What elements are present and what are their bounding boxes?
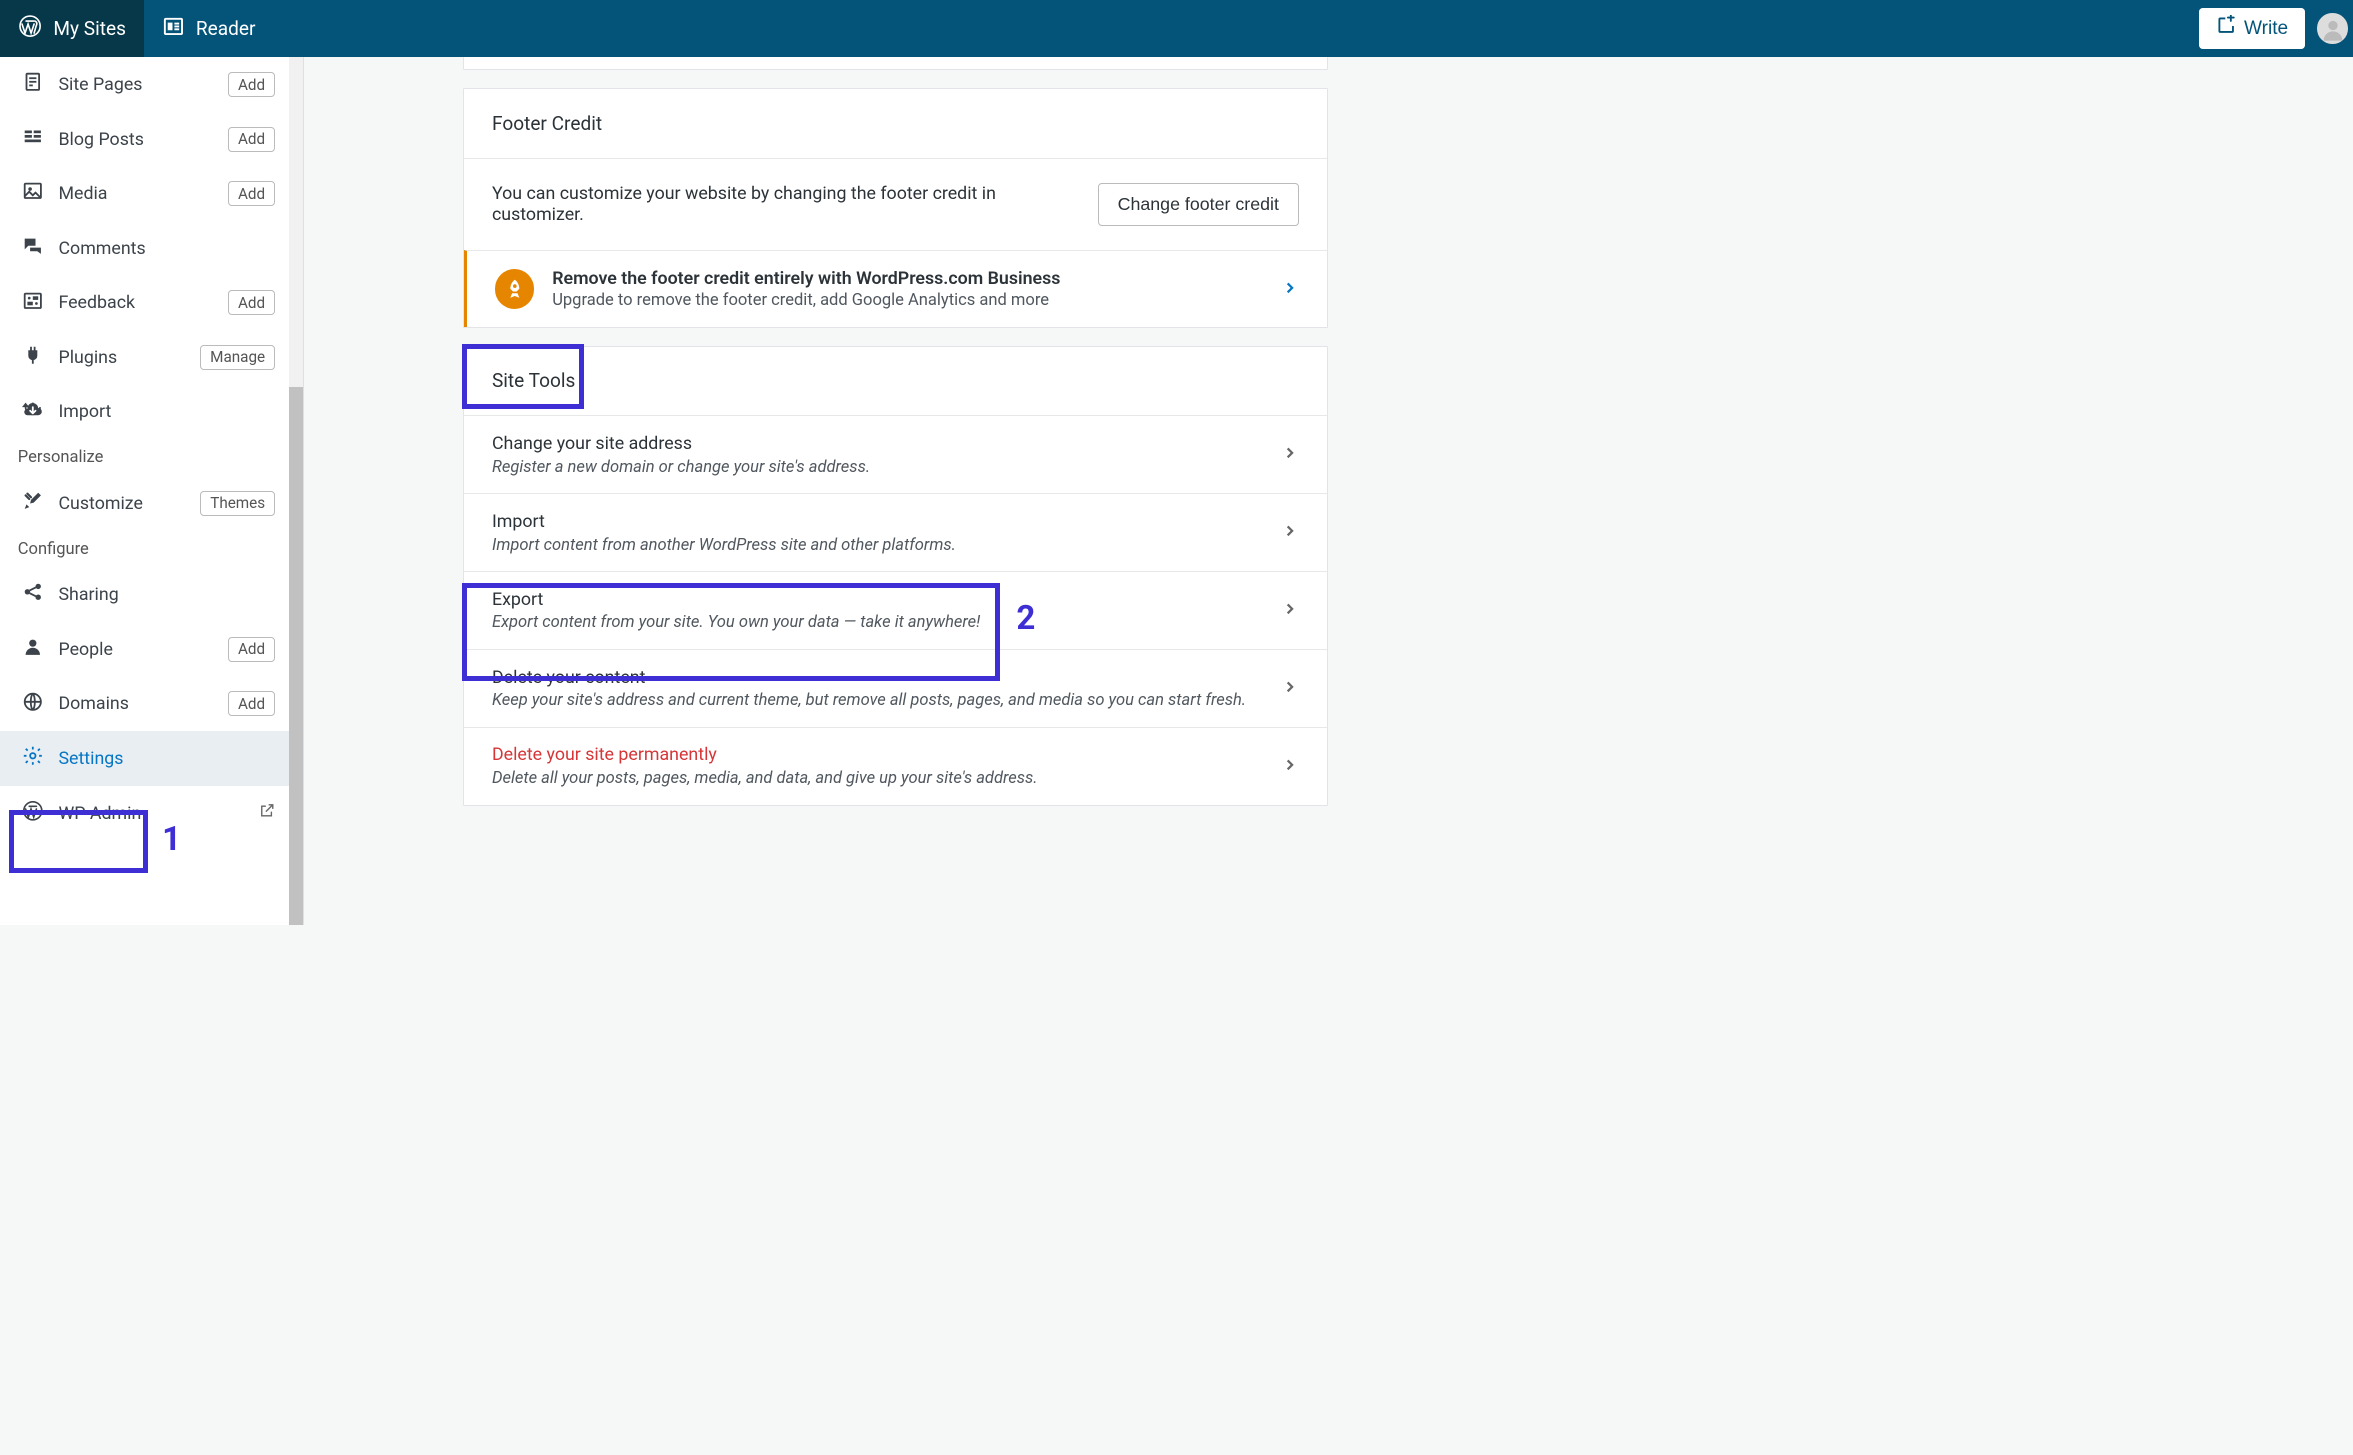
main-content: Footer Credit You can customize your web…: [304, 57, 1497, 925]
write-icon: [2216, 15, 2236, 41]
tool-subtitle: Import content from another WordPress si…: [492, 536, 1262, 555]
reader-label: Reader: [196, 17, 256, 40]
customize-icon: [22, 490, 44, 517]
sidebar-item-label: Media: [58, 183, 212, 204]
sidebar-item-label: Domains: [58, 693, 212, 714]
tool-title: Change your site address: [492, 433, 1262, 454]
media-icon: [22, 180, 44, 207]
tool-delete-content[interactable]: Delete your content Keep your site's add…: [464, 649, 1327, 727]
sidebar-item-label: Customize: [58, 493, 185, 514]
rocket-icon: [495, 269, 534, 308]
site-tools-card: Site Tools Change your site address Regi…: [463, 346, 1328, 806]
reader-button[interactable]: Reader: [144, 0, 274, 57]
add-button[interactable]: Add: [228, 691, 275, 716]
chevron-right-icon: [1281, 600, 1299, 621]
chevron-right-icon: [1281, 522, 1299, 543]
add-button[interactable]: Add: [228, 637, 275, 662]
sidebar-scrollbar-track[interactable]: [289, 57, 303, 925]
tool-delete-site[interactable]: Delete your site permanently Delete all …: [464, 727, 1327, 805]
sidebar-item-label: Site Pages: [58, 74, 212, 95]
tool-title: Export: [492, 589, 1262, 610]
sidebar-item-comments[interactable]: Comments: [0, 221, 303, 276]
sidebar-item-domains[interactable]: Domains Add: [0, 677, 303, 732]
sidebar-item-label: Plugins: [58, 347, 185, 368]
wordpress-icon: [22, 800, 44, 827]
wordpress-icon: [18, 14, 42, 43]
comments-icon: [22, 235, 44, 262]
import-icon: [22, 399, 44, 426]
sidebar-item-site-pages[interactable]: Site Pages Add: [0, 57, 303, 112]
my-sites-button[interactable]: My Sites: [0, 0, 144, 57]
sidebar: Site Pages Add Blog Posts Add Media Add: [0, 57, 304, 925]
chevron-right-icon: [1281, 756, 1299, 777]
posts-icon: [22, 126, 44, 153]
manage-button[interactable]: Manage: [200, 345, 275, 370]
tool-subtitle: Delete all your posts, pages, media, and…: [492, 769, 1262, 788]
tool-subtitle: Keep your site's address and current the…: [492, 691, 1262, 710]
tool-title: Import: [492, 511, 1262, 532]
change-footer-credit-button[interactable]: Change footer credit: [1098, 183, 1299, 226]
sidebar-item-feedback[interactable]: Feedback Add: [0, 276, 303, 331]
sidebar-section-personalize: Personalize: [0, 439, 303, 476]
tool-export[interactable]: Export Export content from your site. Yo…: [464, 571, 1327, 649]
sidebar-item-label: Sharing: [58, 584, 287, 605]
site-tools-title: Site Tools: [464, 347, 1327, 417]
sidebar-item-label: Blog Posts: [58, 129, 212, 150]
my-sites-label: My Sites: [53, 17, 126, 40]
topbar: My Sites Reader Write: [0, 0, 2353, 57]
chevron-right-icon: [1281, 279, 1299, 300]
pages-icon: [22, 71, 44, 98]
footer-credit-card: Footer Credit You can customize your web…: [463, 88, 1328, 328]
chevron-right-icon: [1281, 444, 1299, 465]
write-label: Write: [2244, 18, 2288, 40]
sidebar-scrollbar-thumb[interactable]: [289, 387, 303, 925]
sidebar-item-media[interactable]: Media Add: [0, 166, 303, 221]
reader-icon: [162, 15, 185, 43]
feedback-icon: [22, 290, 44, 317]
sidebar-item-import[interactable]: Import: [0, 385, 303, 440]
avatar[interactable]: [2317, 13, 2348, 44]
plugins-icon: [22, 344, 44, 371]
annotation-number-2: 2: [1016, 599, 1035, 638]
sidebar-item-blog-posts[interactable]: Blog Posts Add: [0, 112, 303, 167]
people-icon: [22, 636, 44, 663]
upsell-subtitle: Upgrade to remove the footer credit, add…: [552, 291, 1263, 310]
add-button[interactable]: Add: [228, 290, 275, 315]
sidebar-item-label: Import: [58, 401, 287, 422]
tool-subtitle: Export content from your site. You own y…: [492, 613, 1262, 632]
tool-title: Delete your content: [492, 667, 1262, 688]
sidebar-item-label: Comments: [58, 238, 287, 259]
sidebar-item-wpadmin[interactable]: WP Admin: [0, 786, 303, 841]
footer-credit-body: You can customize your website by changi…: [492, 183, 1079, 225]
tool-import[interactable]: Import Import content from another WordP…: [464, 493, 1327, 571]
external-link-icon: [259, 802, 276, 824]
sidebar-item-settings[interactable]: Settings: [0, 731, 303, 786]
sidebar-item-customize[interactable]: Customize Themes: [0, 476, 303, 531]
upsell-row[interactable]: Remove the footer credit entirely with W…: [464, 250, 1327, 327]
add-button[interactable]: Add: [228, 181, 275, 206]
sidebar-item-label: Feedback: [58, 292, 212, 313]
gear-icon: [22, 745, 44, 772]
add-button[interactable]: Add: [228, 127, 275, 152]
upsell-title: Remove the footer credit entirely with W…: [552, 268, 1263, 289]
tool-subtitle: Register a new domain or change your sit…: [492, 458, 1262, 477]
sidebar-item-people[interactable]: People Add: [0, 622, 303, 677]
tool-change-address[interactable]: Change your site address Register a new …: [464, 416, 1327, 493]
add-button[interactable]: Add: [228, 72, 275, 97]
domains-icon: [22, 691, 44, 718]
sidebar-item-label: Settings: [58, 748, 287, 769]
write-button[interactable]: Write: [2199, 8, 2304, 50]
footer-credit-title: Footer Credit: [464, 89, 1327, 159]
sidebar-section-configure: Configure: [0, 531, 303, 568]
sidebar-item-sharing[interactable]: Sharing: [0, 567, 303, 622]
sharing-icon: [22, 581, 44, 608]
themes-button[interactable]: Themes: [200, 491, 275, 516]
sidebar-item-label: People: [58, 639, 212, 660]
chevron-right-icon: [1281, 678, 1299, 699]
sidebar-item-label: WP Admin: [58, 803, 243, 824]
sidebar-item-plugins[interactable]: Plugins Manage: [0, 330, 303, 385]
tool-title: Delete your site permanently: [492, 744, 1262, 765]
